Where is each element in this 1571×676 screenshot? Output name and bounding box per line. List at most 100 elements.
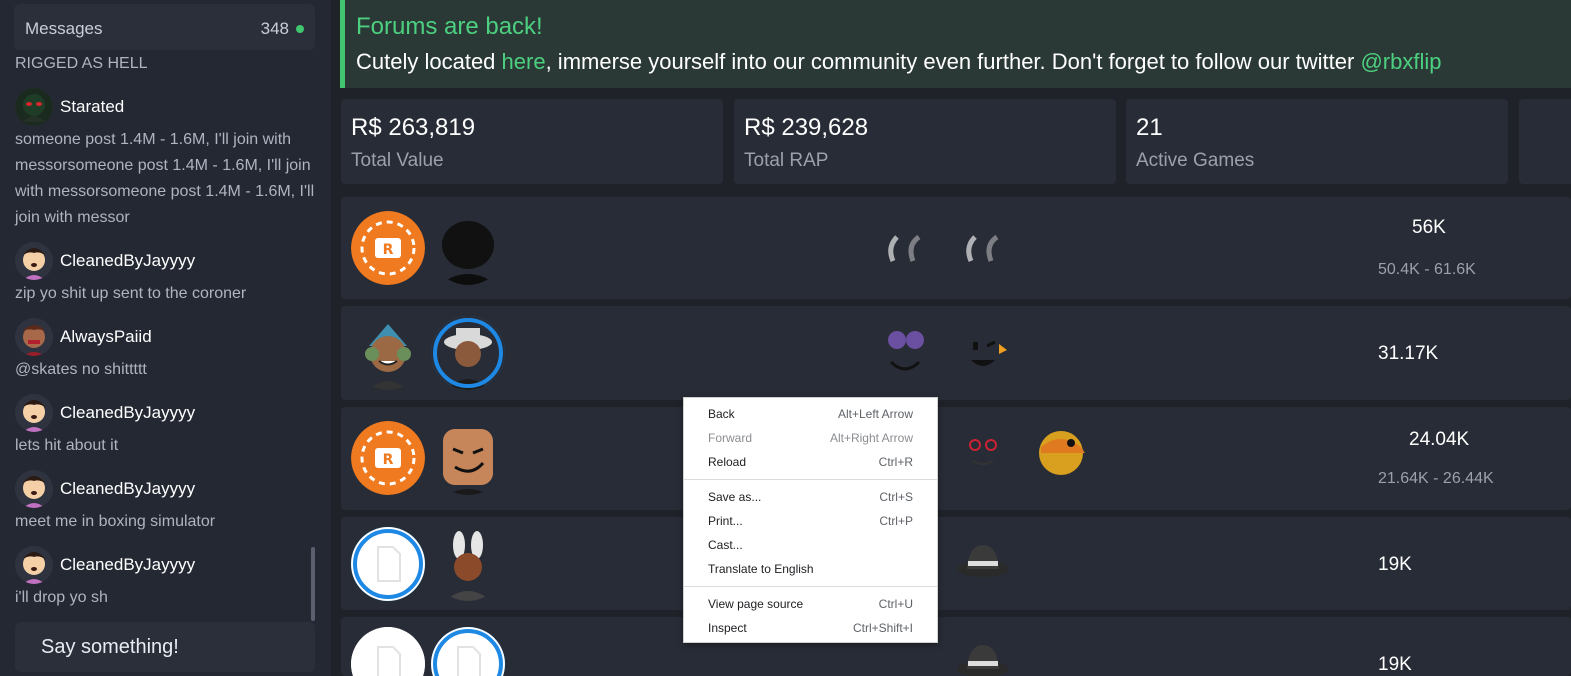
menu-item-print[interactable]: Print... Ctrl+P xyxy=(684,509,937,533)
menu-item-shortcut: Ctrl+S xyxy=(879,490,913,504)
chip-icon: R xyxy=(351,211,425,285)
avatar-icon xyxy=(431,527,505,601)
online-dot-icon xyxy=(296,25,304,33)
menu-item-cast[interactable]: Cast... xyxy=(684,533,937,557)
avatar-icon xyxy=(15,394,53,432)
file-icon xyxy=(351,527,425,601)
online-count: 348 xyxy=(260,19,289,38)
stat-label: Total Value xyxy=(351,150,444,171)
avatar-icon xyxy=(351,316,425,390)
avatar-icon xyxy=(15,470,53,508)
messages-header[interactable]: Messages 348 xyxy=(14,4,315,50)
stat-card-total-rap: R$ 239,628 Total RAP xyxy=(734,99,1116,184)
face-icon xyxy=(875,322,935,382)
banner-text-pre: Cutely located xyxy=(356,49,502,74)
menu-item-view-source[interactable]: View page source Ctrl+U xyxy=(684,592,937,616)
file-icon xyxy=(431,627,505,676)
game-range: 50.4K - 61.6K xyxy=(1378,261,1476,278)
menu-item-back[interactable]: Back Alt+Left Arrow xyxy=(684,402,937,426)
announcement-banner: Forums are back! Cutely located here, im… xyxy=(340,0,1571,88)
chat-message-text: zip yo shit up sent to the coroner xyxy=(15,285,247,302)
game-value: 56K xyxy=(1412,217,1446,238)
chat-username[interactable]: CleanedByJayyyy xyxy=(60,479,195,499)
stat-card-partial xyxy=(1519,99,1571,184)
avatar-icon xyxy=(431,421,505,495)
chat-message-text: i'll drop yo sh xyxy=(15,589,108,606)
chip-icon: R xyxy=(351,421,425,495)
chat-message-text: meet me in boxing simulator xyxy=(15,513,216,530)
horns-icon xyxy=(953,219,1013,279)
duck-hat-icon xyxy=(1031,423,1091,483)
menu-item-label: Back xyxy=(708,407,735,421)
game-row[interactable]: 19K xyxy=(341,617,1571,676)
main-content: Forums are back! Cutely located here, im… xyxy=(331,0,1571,676)
game-row[interactable]: 31.17K xyxy=(341,306,1571,400)
avatar-icon xyxy=(15,318,53,356)
menu-item-label: Translate to English xyxy=(708,562,814,576)
menu-item-shortcut: Alt+Left Arrow xyxy=(837,407,913,421)
chat-username[interactable]: CleanedByJayyyy xyxy=(60,251,195,271)
stat-label: Active Games xyxy=(1136,150,1255,171)
game-row[interactable]: 19K xyxy=(341,517,1571,610)
chat-message-text: lets hit about it xyxy=(15,437,119,454)
menu-separator xyxy=(684,586,937,587)
menu-item-save-as[interactable]: Save as... Ctrl+S xyxy=(684,485,937,509)
game-row[interactable]: R 24.04K 21.64K - 26.44K xyxy=(341,407,1571,510)
game-value: 24.04K xyxy=(1409,429,1470,450)
menu-item-label: View page source xyxy=(708,597,804,611)
chat-list[interactable]: RIGGED AS HELL Starated someone post 1.4… xyxy=(0,50,331,618)
game-value: 31.17K xyxy=(1378,343,1439,364)
chat-scrollbar[interactable] xyxy=(311,547,315,621)
banner-text-mid: , immerse yourself into our community ev… xyxy=(545,49,1361,74)
menu-item-translate[interactable]: Translate to English xyxy=(684,557,937,581)
menu-item-inspect[interactable]: Inspect Ctrl+Shift+I xyxy=(684,616,937,640)
chat-username[interactable]: AlwaysPaiid xyxy=(60,327,152,347)
browser-context-menu: Back Alt+Left Arrow Forward Alt+Right Arro… xyxy=(683,397,938,643)
stat-card-total-value: R$ 263,819 Total Value xyxy=(341,99,723,184)
menu-item-label: Save as... xyxy=(708,490,762,504)
menu-item-shortcut: Ctrl+R xyxy=(878,455,913,469)
game-value: 19K xyxy=(1378,554,1412,575)
avatar-icon xyxy=(431,211,505,285)
stat-value: 21 xyxy=(1136,114,1163,141)
face-icon xyxy=(953,425,1013,485)
menu-item-label: Reload xyxy=(708,455,747,469)
menu-separator xyxy=(684,479,937,480)
stat-value: R$ 239,628 xyxy=(744,114,869,141)
menu-item-forward: Forward Alt+Right Arrow xyxy=(684,426,937,450)
file-icon xyxy=(351,627,425,676)
menu-item-label: Print... xyxy=(708,514,743,528)
twitter-link[interactable]: @rbxflip xyxy=(1360,49,1441,74)
chat-username[interactable]: Starated xyxy=(60,97,124,117)
stat-card-active-games: 21 Active Games xyxy=(1126,99,1508,184)
chat-username[interactable]: CleanedByJayyyy xyxy=(60,555,195,575)
face-icon xyxy=(953,322,1013,382)
menu-item-shortcut: Ctrl+P xyxy=(879,514,913,528)
game-range: 21.64K - 26.44K xyxy=(1378,470,1494,487)
avatar-icon xyxy=(15,242,53,280)
svg-text:R: R xyxy=(383,452,394,468)
chat-message-text: @skates no shittttt xyxy=(15,361,147,378)
menu-item-shortcut: Ctrl+Shift+I xyxy=(852,621,913,635)
game-row[interactable]: R 56K 50.4K - 61.6K xyxy=(341,197,1571,299)
chat-username[interactable]: CleanedByJayyyy xyxy=(60,403,195,423)
svg-text:R: R xyxy=(383,242,394,258)
avatar-icon xyxy=(15,546,53,584)
banner-title: Forums are back! xyxy=(356,13,543,40)
horns-icon xyxy=(875,219,935,279)
chat-message-fragment: RIGGED AS HELL xyxy=(15,55,148,72)
game-value: 19K xyxy=(1378,654,1412,675)
forums-link[interactable]: here xyxy=(502,49,546,74)
avatar-icon xyxy=(15,88,53,126)
chat-input-placeholder: Say something! xyxy=(41,636,179,658)
stat-label: Total RAP xyxy=(744,150,829,171)
menu-item-shortcut: Alt+Right Arrow xyxy=(829,431,913,445)
chat-message-text: someone post 1.4M - 1.6M, I'll join with… xyxy=(15,131,315,226)
menu-item-reload[interactable]: Reload Ctrl+R xyxy=(684,450,937,474)
fedora-icon xyxy=(953,531,1013,591)
chat-input[interactable]: Say something! xyxy=(15,622,315,672)
chat-sidebar: Messages 348 RIGGED AS HELL Starated som… xyxy=(0,0,331,676)
menu-item-shortcut: Ctrl+U xyxy=(878,597,913,611)
menu-item-label: Inspect xyxy=(708,621,747,635)
messages-title: Messages xyxy=(25,19,103,38)
